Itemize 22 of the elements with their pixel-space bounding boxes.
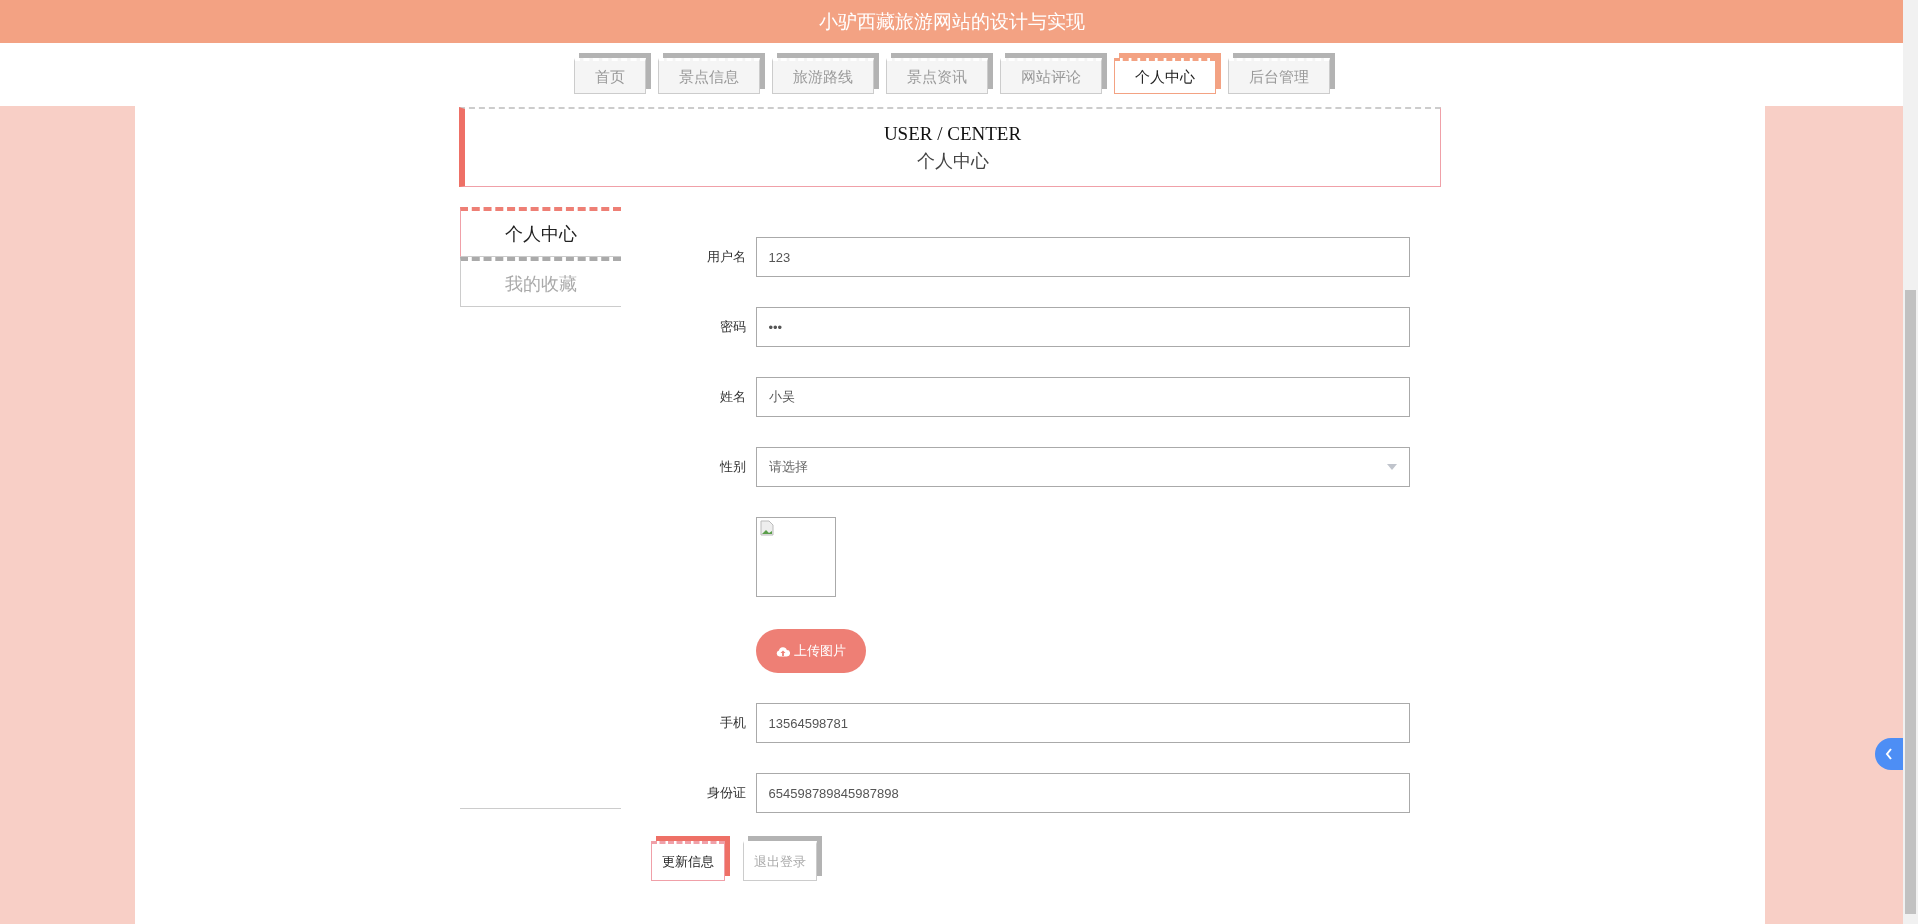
chevron-left-icon bbox=[1885, 748, 1893, 760]
field-label: 密码 bbox=[718, 318, 747, 336]
input-field[interactable]: 654598789845987898 bbox=[755, 773, 1410, 813]
select-field[interactable]: 请选择 bbox=[755, 447, 1410, 487]
sidebar-item[interactable]: 个人中心 bbox=[459, 207, 621, 257]
input-field[interactable]: 13564598781 bbox=[755, 703, 1410, 743]
site-title: 小驴西藏旅游网站的设计与实现 bbox=[818, 9, 1085, 34]
field-label: 性别 bbox=[718, 458, 747, 476]
field-label: 姓名 bbox=[718, 388, 747, 406]
input-field[interactable]: 小吴 bbox=[755, 377, 1410, 417]
field-label: 手机 bbox=[718, 714, 747, 732]
cloud-upload-icon bbox=[775, 645, 790, 657]
broken-image-icon bbox=[758, 520, 775, 536]
collapse-button[interactable] bbox=[1875, 738, 1903, 770]
section-title-chinese: 个人中心 bbox=[916, 149, 989, 173]
field-label: 身份证 bbox=[705, 784, 747, 802]
input-field[interactable]: ••• bbox=[755, 307, 1410, 347]
field-label: 用户名 bbox=[705, 248, 747, 266]
caret-icon bbox=[1386, 464, 1397, 470]
section-title-english: USER / CENTER bbox=[883, 122, 1022, 145]
scrollbar[interactable] bbox=[1903, 0, 1918, 924]
input-field[interactable]: 123 bbox=[755, 237, 1410, 277]
